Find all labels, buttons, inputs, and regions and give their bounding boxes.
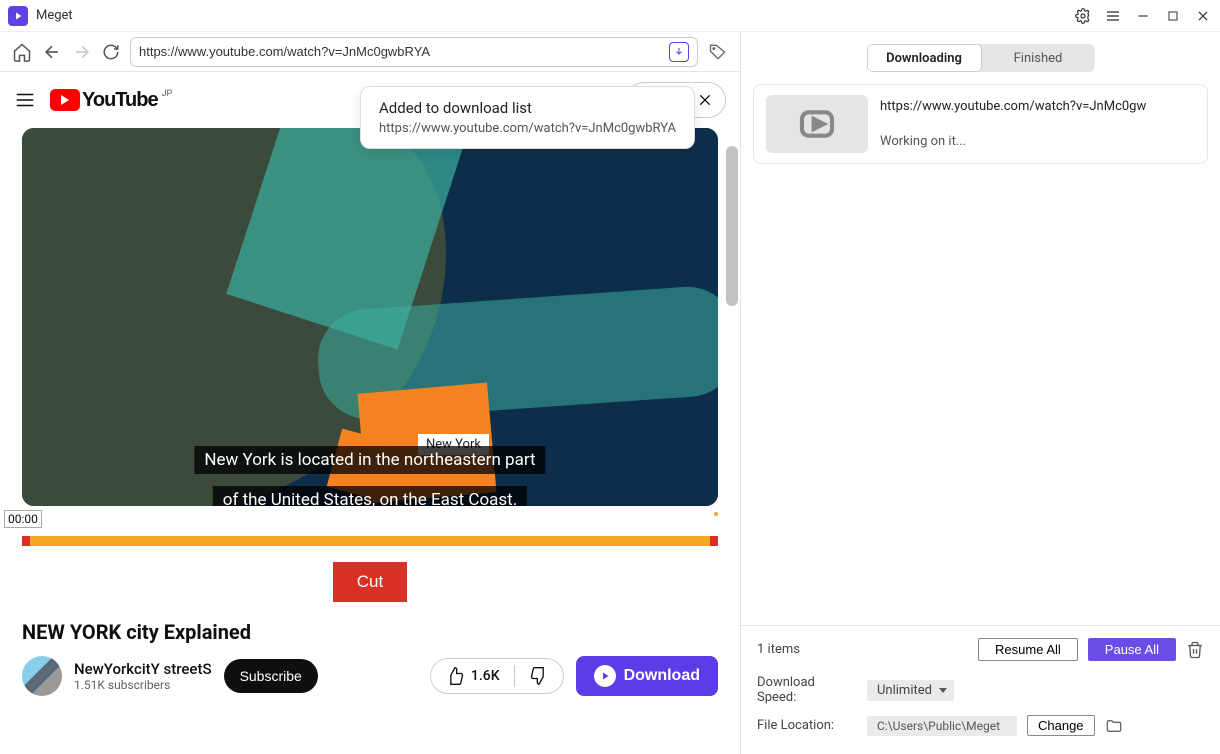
app-logo xyxy=(8,6,28,26)
back-icon[interactable] xyxy=(42,42,62,62)
maximize-icon[interactable] xyxy=(1164,7,1182,25)
download-url: https://www.youtube.com/watch?v=JnMc0gw xyxy=(880,99,1195,114)
browser-bar xyxy=(0,32,740,72)
add-download-icon[interactable] xyxy=(669,42,689,62)
timeline[interactable]: 00:00 xyxy=(22,512,718,550)
home-icon[interactable] xyxy=(12,42,32,62)
titlebar: Meget xyxy=(0,0,1220,32)
youtube-wordmark: YouTube xyxy=(82,89,158,112)
channel-avatar[interactable] xyxy=(22,656,62,696)
dislike-button[interactable] xyxy=(515,659,563,693)
download-icon xyxy=(594,665,616,687)
subscriber-count: 1.51K subscribers xyxy=(74,678,212,692)
speed-label: Download Speed: xyxy=(757,675,857,705)
reload-icon[interactable] xyxy=(102,43,120,61)
tab-downloading[interactable]: Downloading xyxy=(867,44,982,72)
panel-tabs: Downloading Finished xyxy=(867,44,1095,72)
youtube-logo[interactable]: YouTube JP xyxy=(50,89,172,112)
youtube-region: JP xyxy=(162,89,173,99)
content-scroll[interactable]: YouTube JP new york New York New York is… xyxy=(0,72,740,754)
pause-all-button[interactable]: Pause All xyxy=(1088,638,1176,661)
minimize-icon[interactable] xyxy=(1134,7,1152,25)
video-player[interactable]: New York New York is located in the nort… xyxy=(22,128,718,506)
like-dislike-pill: 1.6K xyxy=(430,658,564,694)
url-input[interactable] xyxy=(139,44,663,59)
open-folder-icon[interactable] xyxy=(1105,717,1123,735)
app-name: Meget xyxy=(36,8,73,23)
resume-all-button[interactable]: Resume All xyxy=(978,638,1078,661)
forward-icon xyxy=(72,42,92,62)
tag-icon[interactable] xyxy=(708,42,728,62)
location-path: C:\Users\Public\Meget xyxy=(867,716,1017,736)
download-item[interactable]: https://www.youtube.com/watch?v=JnMc0gw … xyxy=(753,84,1208,164)
play-placeholder-icon xyxy=(797,104,837,144)
toast-notification: Added to download list https://www.youtu… xyxy=(360,86,695,149)
toast-title: Added to download list xyxy=(379,99,676,117)
caption-line-2: of the United States, on the East Coast. xyxy=(213,486,527,506)
change-location-button[interactable]: Change xyxy=(1027,715,1095,736)
caption-line-1: New York is located in the northeastern … xyxy=(194,446,545,474)
video-title: NEW YORK city Explained xyxy=(22,620,718,644)
location-label: File Location: xyxy=(757,718,857,733)
gear-icon[interactable] xyxy=(1074,7,1092,25)
like-count: 1.6K xyxy=(471,668,500,684)
items-count: 1 items xyxy=(757,642,968,657)
tab-finished[interactable]: Finished xyxy=(982,44,1095,72)
like-button[interactable]: 1.6K xyxy=(431,659,514,693)
download-label: Download xyxy=(624,667,700,685)
url-box[interactable] xyxy=(130,37,698,67)
download-button[interactable]: Download xyxy=(576,656,718,696)
scrollbar[interactable] xyxy=(726,146,738,306)
menu-icon[interactable] xyxy=(1104,7,1122,25)
subscribe-button[interactable]: Subscribe xyxy=(224,659,318,693)
thumbs-up-icon xyxy=(445,666,465,686)
youtube-play-icon xyxy=(50,89,80,111)
thumbnail-placeholder xyxy=(766,95,868,153)
clear-icon[interactable] xyxy=(697,92,713,108)
cut-button[interactable]: Cut xyxy=(333,562,407,602)
toast-url: https://www.youtube.com/watch?v=JnMc0gwb… xyxy=(379,121,676,136)
download-status: Working on it... xyxy=(880,134,1195,149)
hamburger-icon[interactable] xyxy=(14,89,36,111)
thumbs-down-icon xyxy=(529,666,549,686)
trash-icon[interactable] xyxy=(1186,641,1204,659)
close-icon[interactable] xyxy=(1194,7,1212,25)
speed-select[interactable]: Unlimited xyxy=(867,680,954,701)
channel-name[interactable]: NewYorkcitY streetS xyxy=(74,660,212,678)
timecode: 00:00 xyxy=(4,510,42,528)
